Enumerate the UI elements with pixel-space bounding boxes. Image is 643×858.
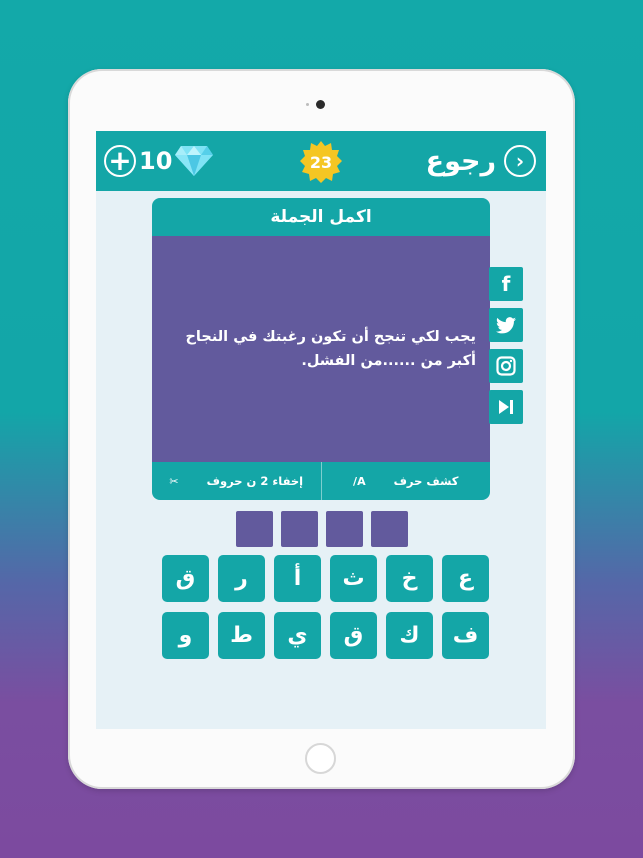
twitter-icon bbox=[496, 316, 516, 333]
coin-counter: 10 bbox=[139, 143, 214, 179]
letter-key[interactable]: ي bbox=[274, 612, 321, 659]
diamond-icon bbox=[175, 146, 214, 176]
back-button[interactable]: رجوع › bbox=[426, 143, 536, 179]
coin-count: 10 bbox=[139, 147, 173, 175]
chevron-right-icon: › bbox=[504, 145, 536, 177]
letter-key[interactable]: خ bbox=[386, 555, 433, 602]
camera-icon bbox=[316, 100, 325, 109]
level-number: 23 bbox=[309, 152, 333, 172]
question-card: اكمل الجملة يجب لكي تنجح أن تكون رغبتك ف… bbox=[152, 198, 490, 500]
answer-slot[interactable] bbox=[326, 511, 363, 547]
top-bar: رجوع › 23 + 10 bbox=[96, 131, 546, 191]
question-text: يجب لكي تنجح أن تكون رغبتك في النجاح أكب… bbox=[185, 329, 476, 369]
letter-key[interactable]: ر bbox=[218, 555, 265, 602]
instagram-icon bbox=[496, 356, 516, 376]
card-title: اكمل الجملة bbox=[270, 207, 372, 227]
reveal-letter-button[interactable]: كشف حرف A/ bbox=[322, 462, 491, 500]
letter-key[interactable]: ك bbox=[386, 612, 433, 659]
answer-slots bbox=[236, 511, 408, 547]
letter-key[interactable]: و bbox=[162, 612, 209, 659]
letter-key[interactable]: ث bbox=[330, 555, 377, 602]
letter-key[interactable]: ط bbox=[218, 612, 265, 659]
social-buttons: f bbox=[489, 267, 525, 431]
level-badge: 23 bbox=[299, 140, 343, 184]
letter-key[interactable]: أ bbox=[274, 555, 321, 602]
twitter-button[interactable] bbox=[489, 308, 523, 342]
letter-key[interactable]: ع bbox=[442, 555, 489, 602]
answer-slot[interactable] bbox=[281, 511, 318, 547]
home-button[interactable] bbox=[305, 743, 336, 774]
reveal-letter-label: كشف حرف bbox=[393, 474, 459, 488]
answer-slot[interactable] bbox=[236, 511, 273, 547]
question-panel: يجب لكي تنجح أن تكون رغبتك في النجاح أكب… bbox=[152, 236, 490, 462]
letter-keyboard: ع خ ث أ ر ق ف ك ق ي ط و bbox=[154, 555, 489, 659]
app-screen: رجوع › 23 + 10 اكمل الجملة يجب لكي تنجح … bbox=[96, 131, 546, 729]
facebook-button[interactable]: f bbox=[489, 267, 523, 301]
letter-key[interactable]: ق bbox=[162, 555, 209, 602]
letter-key[interactable]: ف bbox=[442, 612, 489, 659]
sensor-dot bbox=[306, 103, 309, 106]
skip-icon bbox=[499, 400, 513, 414]
skip-button[interactable] bbox=[489, 390, 523, 424]
remove-letters-label: إخفاء 2 ن حروف bbox=[206, 474, 304, 488]
plus-icon: + bbox=[108, 144, 132, 177]
remove-letters-button[interactable]: إخفاء 2 ن حروف ✂ bbox=[152, 462, 322, 500]
instagram-button[interactable] bbox=[489, 349, 523, 383]
reveal-letter-icon: A/ bbox=[353, 474, 366, 488]
help-row: كشف حرف A/ إخفاء 2 ن حروف ✂ bbox=[152, 462, 490, 500]
letter-key[interactable]: ق bbox=[330, 612, 377, 659]
answer-slot[interactable] bbox=[371, 511, 408, 547]
facebook-icon: f bbox=[501, 272, 511, 296]
add-coins-button[interactable]: + bbox=[104, 145, 136, 177]
magic-wand-icon: ✂ bbox=[169, 474, 179, 488]
back-label: رجوع bbox=[425, 145, 496, 177]
